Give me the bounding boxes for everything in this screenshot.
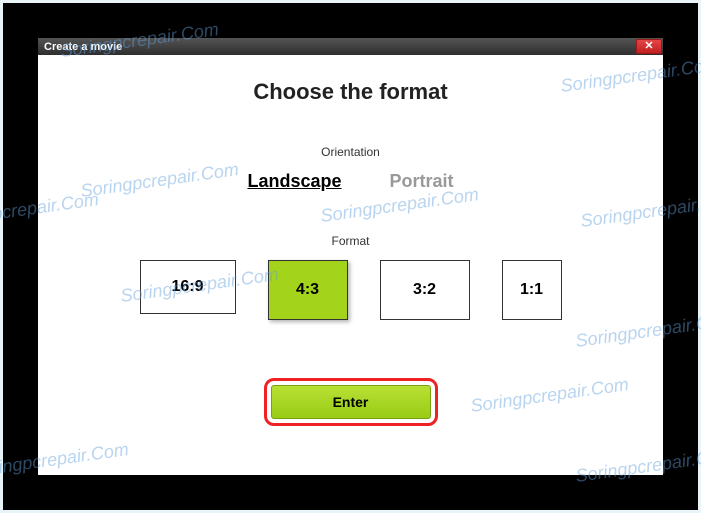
close-button[interactable]: ✕ [636,39,662,54]
orientation-landscape[interactable]: Landscape [247,171,341,192]
dialog-title: Create a movie [44,41,122,53]
orientation-portrait[interactable]: Portrait [390,171,454,192]
orientation-options: Landscape Portrait [247,171,453,192]
dialog-heading: Choose the format [253,79,447,105]
outer-frame: Create a movie ✕ Choose the format Orien… [3,3,698,510]
create-movie-dialog: Create a movie ✕ Choose the format Orien… [38,38,663,475]
format-label: Format [331,234,369,248]
format-options: 16:9 4:3 3:2 1:1 [140,260,562,320]
close-icon: ✕ [644,41,653,52]
format-3-2[interactable]: 3:2 [380,260,470,320]
format-1-1[interactable]: 1:1 [502,260,562,320]
orientation-label: Orientation [321,145,380,159]
format-16-9[interactable]: 16:9 [140,260,236,314]
dialog-titlebar: Create a movie ✕ [38,38,663,55]
enter-button[interactable]: Enter [271,385,431,419]
format-4-3[interactable]: 4:3 [268,260,348,320]
enter-highlight: Enter [264,378,438,426]
dialog-content: Choose the format Orientation Landscape … [38,55,663,475]
